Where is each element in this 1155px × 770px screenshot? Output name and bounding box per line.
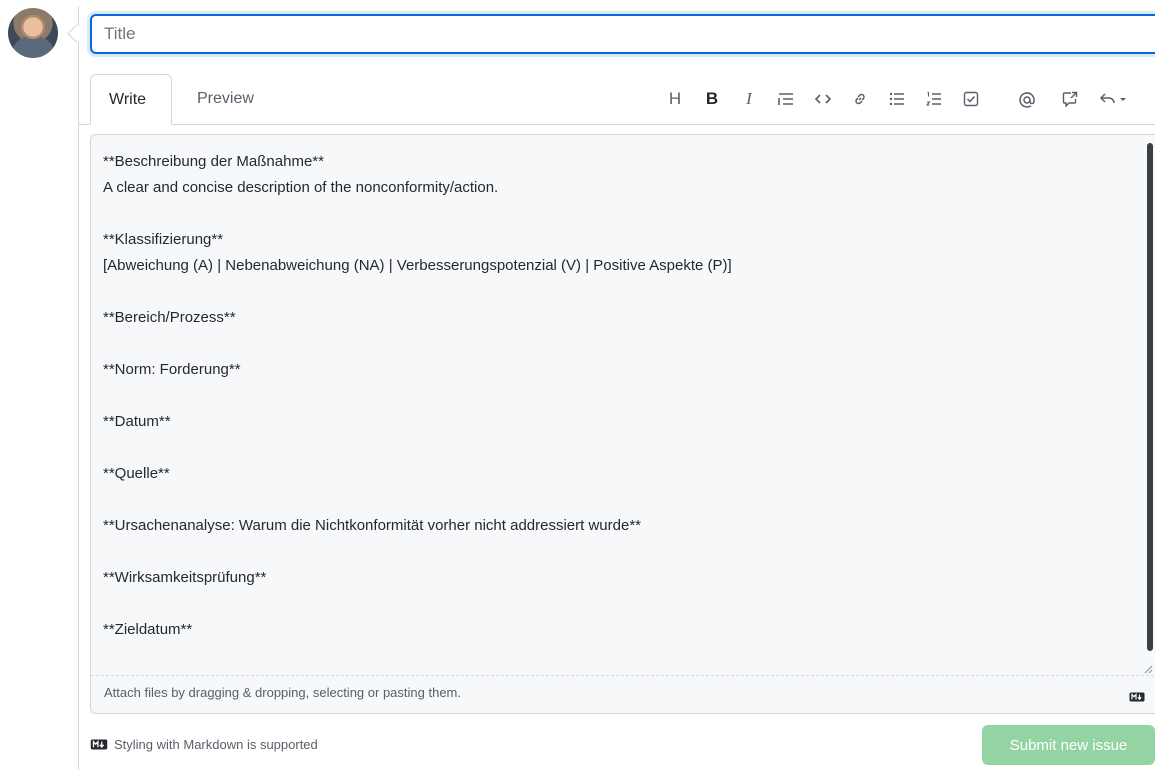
submit-new-issue-button[interactable]: Submit new issue xyxy=(982,725,1155,765)
body-line: [Abweichung (A) | Nebenabweichung (NA) |… xyxy=(103,257,732,274)
body-line: **Norm: Forderung** xyxy=(103,361,241,378)
body-line xyxy=(103,331,732,357)
issue-body-textarea[interactable]: **Beschreibung der Maßnahme** A clear an… xyxy=(90,134,1155,714)
markdown-icon xyxy=(90,739,108,750)
mention-icon xyxy=(1019,92,1035,108)
markdown-note-text: Styling with Markdown is supported xyxy=(114,737,318,752)
avatar[interactable] xyxy=(8,8,58,58)
cross-reference-icon xyxy=(1062,91,1078,107)
body-line xyxy=(103,539,732,565)
tab-write[interactable]: Write xyxy=(90,74,172,125)
body-line: **Klassifizierung** xyxy=(103,231,224,248)
body-line: **Wirksamkeitsprüfung** xyxy=(103,569,267,586)
quote-button[interactable] xyxy=(775,86,797,112)
body-line: A clear and concise description of the n… xyxy=(103,179,499,196)
resize-grip-icon xyxy=(1144,665,1153,674)
editor-tabbar: Write Preview H B I xyxy=(79,74,1155,125)
body-line xyxy=(103,487,732,513)
body-line: **Quelle** xyxy=(103,465,170,482)
unordered-list-button[interactable] xyxy=(886,86,908,112)
comment-caret xyxy=(67,24,86,43)
body-line xyxy=(103,435,732,461)
title-input[interactable] xyxy=(90,14,1155,54)
resize-handle[interactable] xyxy=(1143,661,1153,674)
quote-icon xyxy=(778,93,793,105)
saved-replies-button[interactable] xyxy=(1096,86,1130,112)
task-list-button[interactable] xyxy=(960,86,982,112)
mention-button[interactable] xyxy=(1016,86,1038,112)
body-line: **Zieldatum** xyxy=(103,621,193,638)
body-line xyxy=(103,383,732,409)
tab-preview[interactable]: Preview xyxy=(179,74,272,124)
bullet-list-icon xyxy=(889,92,904,106)
numbered-list-icon xyxy=(926,91,941,106)
reference-button[interactable] xyxy=(1059,86,1081,112)
markdown-support-note[interactable]: Styling with Markdown is supported xyxy=(90,737,318,752)
body-line: **Datum** xyxy=(103,413,171,430)
link-button[interactable] xyxy=(849,86,871,112)
code-icon xyxy=(815,94,831,104)
bold-button[interactable]: B xyxy=(701,86,723,112)
body-line xyxy=(103,201,732,227)
body-line xyxy=(103,279,732,305)
body-line: **Ursachenanalyse: Warum die Nichtkonfor… xyxy=(103,517,642,534)
code-button[interactable] xyxy=(812,86,834,112)
editor-scrollbar[interactable] xyxy=(1147,143,1153,651)
body-line xyxy=(103,591,732,617)
attach-files-area[interactable]: Attach files by dragging & dropping, sel… xyxy=(91,675,1155,714)
body-line: **Beschreibung der Maßnahme** xyxy=(103,153,324,170)
checkbox-icon xyxy=(963,91,979,107)
ordered-list-button[interactable] xyxy=(923,86,945,112)
link-icon xyxy=(855,93,865,105)
body-text[interactable]: **Beschreibung der Maßnahme** A clear an… xyxy=(103,149,732,643)
heading-button[interactable]: H xyxy=(664,86,686,112)
reply-dropdown-icon xyxy=(1099,93,1126,104)
attach-files-hint: Attach files by dragging & dropping, sel… xyxy=(104,685,461,700)
body-line: **Bereich/Prozess** xyxy=(103,309,236,326)
italic-button[interactable]: I xyxy=(738,86,760,112)
markdown-icon xyxy=(1129,689,1145,707)
